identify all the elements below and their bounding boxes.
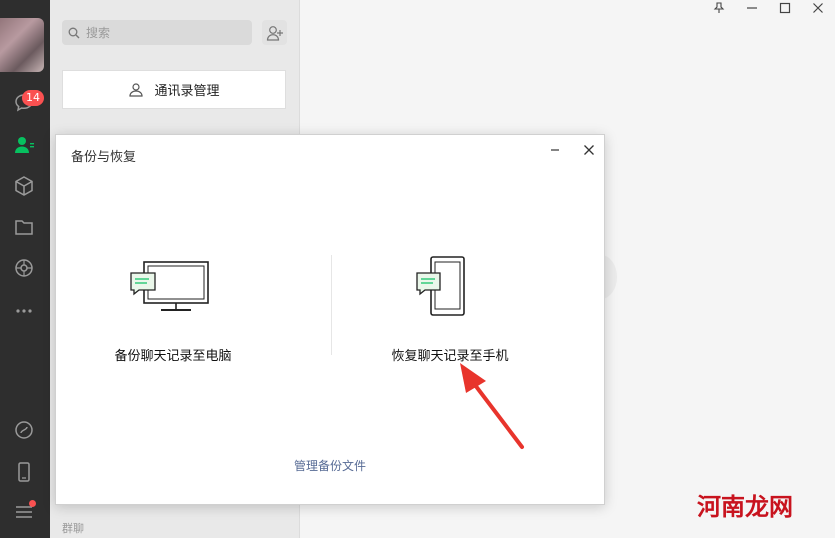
add-contact-icon (266, 25, 283, 41)
pin-button[interactable] (704, 0, 734, 16)
dialog-title: 备份与恢复 (71, 150, 137, 165)
backup-to-pc-option[interactable]: 备份聊天记录至电脑 (73, 259, 273, 364)
phone-icon[interactable] (12, 460, 36, 484)
watermark: 河南龙网 (697, 493, 793, 521)
contacts-manage-button[interactable]: 通讯录管理 (62, 70, 286, 109)
contacts-icon[interactable] (12, 133, 36, 157)
favorites-cube-icon[interactable] (12, 174, 36, 198)
manage-backup-link[interactable]: 管理备份文件 (56, 457, 604, 474)
maximize-button[interactable] (770, 0, 800, 16)
moments-aperture-icon[interactable] (12, 256, 36, 280)
group-chat-label: 群聊 (62, 522, 84, 535)
contacts-manage-label: 通讯录管理 (154, 84, 220, 99)
minimize-icon (747, 7, 757, 9)
search-input[interactable] (80, 25, 246, 40)
computer-chat-icon (130, 261, 209, 311)
red-arrow-annotation (460, 363, 524, 449)
close-icon (584, 145, 594, 155)
restore-to-phone-option[interactable]: 恢复聊天记录至手机 (350, 255, 550, 364)
folder-icon[interactable] (12, 215, 36, 239)
close-icon (813, 3, 823, 13)
phone-chat-icon (416, 256, 465, 316)
dialog-minimize-button[interactable] (546, 141, 564, 159)
person-icon (129, 82, 144, 97)
option-divider (331, 255, 332, 355)
dialog-close-button[interactable] (579, 140, 599, 160)
unread-badge: 14 (22, 90, 44, 106)
more-dots-icon[interactable] (12, 299, 36, 323)
pin-icon (713, 2, 725, 13)
search-icon (68, 27, 80, 38)
minimize-button[interactable] (737, 0, 767, 16)
avatar[interactable] (0, 18, 44, 72)
mini-program-icon[interactable] (12, 418, 36, 442)
minimize-icon (551, 149, 559, 151)
backup-option-label: 备份聊天记录至电脑 (114, 349, 232, 364)
search-box[interactable] (62, 20, 252, 45)
notification-dot (29, 500, 36, 507)
add-contact-button[interactable] (262, 20, 287, 45)
navigation-rail: 14 (0, 0, 50, 538)
close-window-button[interactable] (803, 0, 833, 16)
maximize-icon (779, 2, 791, 14)
